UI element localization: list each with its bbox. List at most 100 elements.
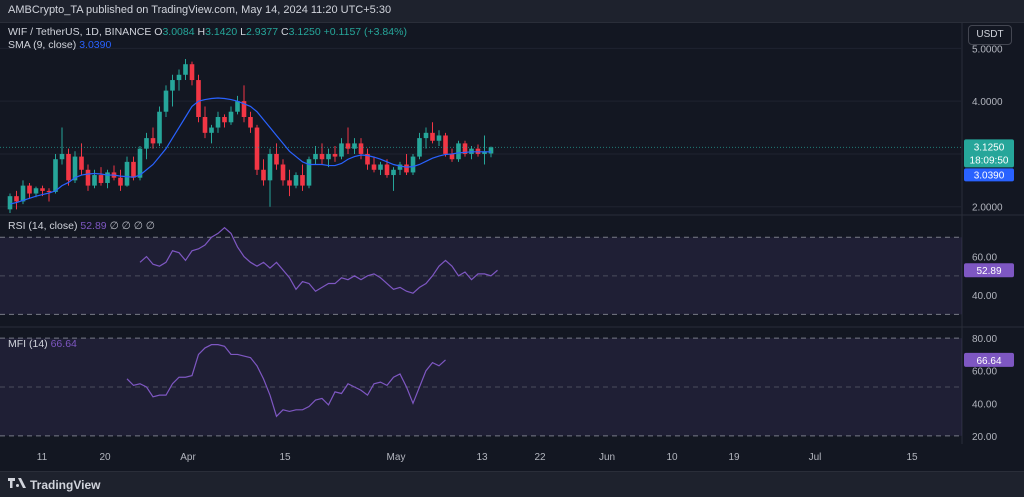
candle-body-9 bbox=[66, 153, 71, 181]
rsi-pane bbox=[0, 226, 962, 315]
candle-body-64 bbox=[423, 132, 429, 139]
candle-body-51 bbox=[339, 143, 344, 157]
candle-body-14 bbox=[98, 175, 104, 183]
candle-body-52 bbox=[345, 143, 351, 149]
time-tick-label-11: 15 bbox=[906, 452, 918, 463]
time-tick-label-10: Jul bbox=[809, 452, 822, 463]
candle-body-45 bbox=[300, 175, 305, 186]
candle-body-47 bbox=[313, 153, 318, 160]
candle-body-3 bbox=[27, 185, 32, 194]
candle-body-61 bbox=[404, 164, 409, 173]
time-tick-label-8: 10 bbox=[666, 452, 678, 463]
mfi-tick-label-3: 80.00 bbox=[972, 334, 997, 345]
candle-body-38 bbox=[254, 127, 260, 170]
candle-body-62 bbox=[410, 156, 416, 173]
candle-body-24 bbox=[163, 90, 169, 112]
candle-body-26 bbox=[176, 74, 182, 81]
time-tick-label-9: 19 bbox=[728, 452, 740, 463]
candle-body-25 bbox=[170, 80, 175, 91]
legend-symbol: WIF / TetherUS, 1D, BINANCE O3.0084 H3.1… bbox=[8, 26, 407, 38]
legend-sma: SMA (9, close) 3.0390 bbox=[8, 39, 111, 51]
sma-tag-value: 3.0390 bbox=[974, 170, 1005, 181]
candle-body-33 bbox=[222, 117, 227, 123]
candle-body-68 bbox=[449, 153, 455, 160]
mfi-tick-label-2: 60.00 bbox=[972, 367, 997, 378]
time-tick-label-7: Jun bbox=[599, 452, 615, 463]
legend-rsi: RSI (14, close) 52.89 ∅ ∅ ∅ ∅ bbox=[8, 220, 155, 232]
candle-body-19 bbox=[131, 161, 136, 178]
candle-body-7 bbox=[53, 159, 58, 192]
time-tick-label-0: 11 bbox=[37, 452, 48, 463]
candle-body-39 bbox=[261, 169, 266, 181]
candle-body-65 bbox=[430, 132, 435, 141]
price-tick-label-3: 5.0000 bbox=[972, 44, 1003, 55]
candle-body-28 bbox=[189, 64, 195, 81]
candle-countdown: 18:09:50 bbox=[970, 155, 1009, 166]
candle-body-5 bbox=[40, 188, 45, 191]
chart-canvas[interactable]: 1120Apr15May1322Jun1019Jul15 2.00003.000… bbox=[0, 22, 1024, 471]
candle-body-54 bbox=[358, 143, 364, 154]
candle-body-48 bbox=[319, 153, 325, 160]
candle-body-57 bbox=[378, 164, 383, 170]
mfi-pane bbox=[0, 337, 962, 437]
candle-body-74 bbox=[488, 147, 494, 154]
time-tick-label-5: 13 bbox=[476, 452, 488, 463]
time-tick-label-3: 15 bbox=[279, 452, 291, 463]
candle-body-41 bbox=[274, 153, 279, 165]
candle-body-12 bbox=[85, 169, 91, 186]
rsi-tick-label-1: 60.00 bbox=[972, 253, 997, 264]
candle-body-69 bbox=[456, 143, 461, 160]
price-pane bbox=[0, 58, 962, 214]
rsi-tag-value: 52.89 bbox=[976, 266, 1001, 277]
legend-mfi: MFI (14) 66.64 bbox=[8, 338, 77, 350]
candle-body-34 bbox=[228, 111, 234, 123]
tradingview-logo-icon bbox=[8, 478, 26, 488]
candle-body-37 bbox=[248, 117, 253, 128]
price-axis: 2.00003.00004.00005.000040.0060.0020.004… bbox=[972, 44, 1003, 442]
candle-body-15 bbox=[105, 172, 110, 183]
candle-body-23 bbox=[157, 111, 162, 144]
candle-body-30 bbox=[202, 117, 208, 133]
candle-body-46 bbox=[306, 159, 312, 186]
candle-body-42 bbox=[280, 164, 286, 181]
candle-body-1 bbox=[14, 196, 19, 202]
candle-body-27 bbox=[183, 64, 188, 75]
time-tick-label-6: 22 bbox=[534, 452, 546, 463]
candle-body-40 bbox=[267, 153, 273, 181]
candle-body-66 bbox=[436, 135, 442, 141]
candle-body-59 bbox=[391, 169, 396, 176]
candle-body-43 bbox=[287, 180, 292, 186]
candle-body-49 bbox=[326, 153, 331, 160]
currency-button[interactable]: USDT bbox=[968, 25, 1012, 45]
candle-body-13 bbox=[92, 175, 97, 186]
candle-body-29 bbox=[196, 80, 201, 117]
top-bar: AMBCrypto_TA published on TradingView.co… bbox=[0, 0, 1024, 23]
candle-body-6 bbox=[46, 190, 52, 192]
candle-body-8 bbox=[59, 153, 65, 160]
time-tick-label-4: May bbox=[387, 452, 406, 463]
candle-body-44 bbox=[293, 175, 299, 186]
candle-body-22 bbox=[150, 138, 156, 144]
mfi-tick-label-0: 20.00 bbox=[972, 432, 997, 443]
candle-body-67 bbox=[443, 135, 448, 154]
candle-body-35 bbox=[235, 101, 240, 112]
time-axis: 11 20 Apr 15 May 13 22 Jun 10 19 Jul 15 bbox=[37, 452, 918, 463]
publisher-line: AMBCrypto_TA published on TradingView.co… bbox=[8, 4, 392, 16]
price-tick-label-0: 2.0000 bbox=[972, 203, 1003, 214]
last-price-value: 3.1250 bbox=[974, 142, 1005, 153]
candle-body-17 bbox=[118, 177, 123, 186]
time-tick-label-2: Apr bbox=[180, 452, 196, 463]
candle-body-0 bbox=[7, 196, 13, 210]
mfi-tag-value: 66.64 bbox=[976, 356, 1001, 367]
price-tick-label-2: 4.0000 bbox=[972, 97, 1003, 108]
candle-body-32 bbox=[215, 117, 221, 128]
candle-body-11 bbox=[79, 156, 84, 170]
candle-body-4 bbox=[33, 188, 39, 194]
candle-body-56 bbox=[371, 164, 377, 170]
candle-body-53 bbox=[352, 143, 357, 149]
rsi-tick-label-0: 40.00 bbox=[972, 291, 997, 302]
footer-bar: TradingView bbox=[0, 471, 1024, 497]
candle-body-31 bbox=[209, 127, 214, 133]
candle-body-18 bbox=[124, 161, 130, 186]
candle-body-58 bbox=[384, 164, 390, 176]
